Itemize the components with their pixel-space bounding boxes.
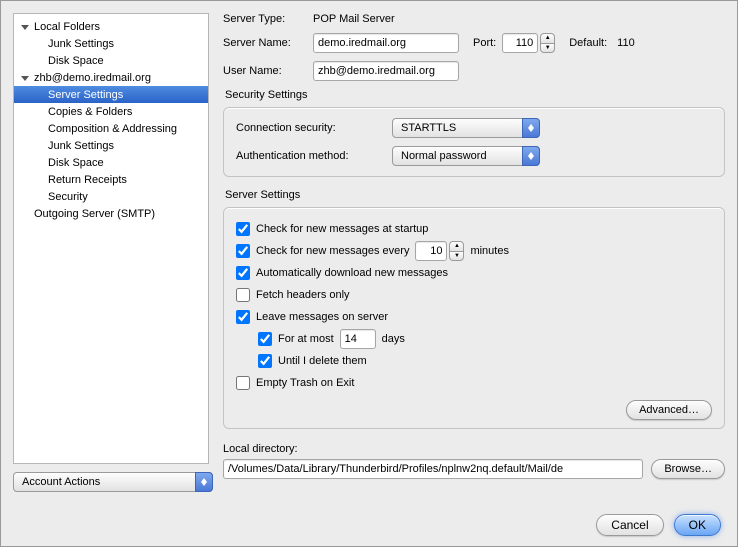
- tree-label: zhb@demo.iredmail.org: [34, 72, 151, 84]
- tree-label: Local Folders: [34, 21, 100, 33]
- server-settings-panel: Server Type: POP Mail Server Server Name…: [223, 13, 725, 492]
- port-label: Port:: [473, 37, 496, 49]
- days-label: days: [382, 333, 405, 345]
- leave-on-server-label: Leave messages on server: [256, 311, 388, 323]
- until-delete-checkbox[interactable]: [258, 354, 272, 368]
- check-every-label: Check for new messages every: [256, 245, 409, 257]
- advanced-button[interactable]: Advanced…: [626, 400, 712, 420]
- user-name-label: User Name:: [223, 65, 307, 77]
- browse-button[interactable]: Browse…: [651, 459, 725, 479]
- local-directory-row: Local directory: Browse…: [223, 443, 725, 479]
- security-settings-title: Security Settings: [225, 89, 725, 101]
- empty-trash-checkbox[interactable]: [236, 376, 250, 390]
- check-startup-label: Check for new messages at startup: [256, 223, 428, 235]
- tree-row[interactable]: Junk Settings: [14, 137, 208, 154]
- account-settings-window: Local Folders Junk Settings Disk Space zhb@…: [0, 0, 738, 547]
- tree-label: Outgoing Server (SMTP): [34, 208, 155, 220]
- tree-row[interactable]: Composition & Addressing: [14, 120, 208, 137]
- dialog-footer: Cancel OK: [1, 514, 737, 536]
- fetch-headers-label: Fetch headers only: [256, 289, 350, 301]
- fetch-headers-checkbox[interactable]: [236, 288, 250, 302]
- minutes-label: minutes: [470, 245, 509, 257]
- tree-row[interactable]: Local Folders: [14, 18, 208, 35]
- user-name-row: User Name:: [223, 61, 725, 81]
- user-name-input[interactable]: [313, 61, 459, 81]
- tree-label: Disk Space: [48, 157, 104, 169]
- connection-security-row: Connection security: STARTTLS: [236, 118, 712, 138]
- server-settings-group: Check for new messages at startup Check …: [223, 207, 725, 429]
- account-tree[interactable]: Local Folders Junk Settings Disk Space zhb@…: [13, 13, 209, 464]
- stepper-up-icon[interactable]: ▲: [540, 33, 555, 44]
- server-settings-title: Server Settings: [225, 189, 725, 201]
- auth-method-row: Authentication method: Normal password: [236, 146, 712, 166]
- tree-row[interactable]: zhb@demo.iredmail.org: [14, 69, 208, 86]
- tree-label: Copies & Folders: [48, 106, 132, 118]
- server-name-input[interactable]: [313, 33, 459, 53]
- tree-row[interactable]: Junk Settings: [14, 35, 208, 52]
- tree-row[interactable]: Copies & Folders: [14, 103, 208, 120]
- account-actions-select[interactable]: Account Actions: [13, 472, 213, 492]
- local-directory-label: Local directory:: [223, 443, 725, 455]
- until-delete-label: Until I delete them: [278, 355, 367, 367]
- window-body: Local Folders Junk Settings Disk Space zhb@…: [13, 13, 725, 492]
- auto-download-checkbox[interactable]: [236, 266, 250, 280]
- leave-on-server-checkbox[interactable]: [236, 310, 250, 324]
- for-at-most-checkbox[interactable]: [258, 332, 272, 346]
- auth-method-label: Authentication method:: [236, 150, 386, 162]
- check-startup-checkbox[interactable]: [236, 222, 250, 236]
- sidebar: Local Folders Junk Settings Disk Space zhb@…: [13, 13, 209, 492]
- auth-method-select[interactable]: Normal password: [392, 146, 540, 166]
- server-name-row: Server Name: Port: ▲ ▼ Default: 110: [223, 33, 725, 53]
- local-directory-input[interactable]: [223, 459, 643, 479]
- server-type-label: Server Type:: [223, 13, 307, 25]
- ok-button[interactable]: OK: [674, 514, 721, 536]
- tree-label: Junk Settings: [48, 38, 114, 50]
- auto-download-label: Automatically download new messages: [256, 267, 448, 279]
- tree-label: Junk Settings: [48, 140, 114, 152]
- connection-security-select[interactable]: STARTTLS: [392, 118, 540, 138]
- account-actions-wrap: Account Actions: [13, 472, 209, 492]
- tree-row[interactable]: Server Settings: [14, 86, 208, 103]
- server-type-value: POP Mail Server: [313, 13, 395, 25]
- stepper-down-icon[interactable]: ▼: [540, 44, 555, 54]
- server-type-row: Server Type: POP Mail Server: [223, 13, 725, 25]
- check-interval-input[interactable]: [415, 241, 447, 261]
- server-name-label: Server Name:: [223, 37, 307, 49]
- port-stepper: ▲ ▼: [502, 33, 555, 53]
- default-port-label: Default:: [569, 37, 607, 49]
- tree-row[interactable]: Disk Space: [14, 154, 208, 171]
- stepper-up-icon[interactable]: ▲: [449, 241, 464, 252]
- tree-row[interactable]: Disk Space: [14, 52, 208, 69]
- interval-stepper: ▲ ▼: [415, 241, 464, 261]
- for-at-most-label: For at most: [278, 333, 334, 345]
- check-every-checkbox[interactable]: [236, 244, 250, 258]
- empty-trash-label: Empty Trash on Exit: [256, 377, 354, 389]
- tree-row[interactable]: Security: [14, 188, 208, 205]
- leave-days-input[interactable]: [340, 329, 376, 349]
- stepper-down-icon[interactable]: ▼: [449, 252, 464, 262]
- tree-label: Security: [48, 191, 88, 203]
- port-stepper-arrows[interactable]: ▲ ▼: [540, 33, 555, 53]
- disclosure-down-icon[interactable]: [20, 22, 30, 32]
- disclosure-down-icon[interactable]: [20, 73, 30, 83]
- tree-label: Server Settings: [48, 89, 123, 101]
- tree-row[interactable]: Outgoing Server (SMTP): [14, 205, 208, 222]
- interval-stepper-arrows[interactable]: ▲ ▼: [449, 241, 464, 261]
- default-port-value: 110: [617, 37, 635, 49]
- security-settings-group: Connection security: STARTTLS Authentica…: [223, 107, 725, 177]
- cancel-button[interactable]: Cancel: [596, 514, 663, 536]
- port-input[interactable]: [502, 33, 538, 53]
- tree-label: Return Receipts: [48, 174, 127, 186]
- tree-row[interactable]: Return Receipts: [14, 171, 208, 188]
- tree-label: Disk Space: [48, 55, 104, 67]
- connection-security-label: Connection security:: [236, 122, 386, 134]
- tree-label: Composition & Addressing: [48, 123, 177, 135]
